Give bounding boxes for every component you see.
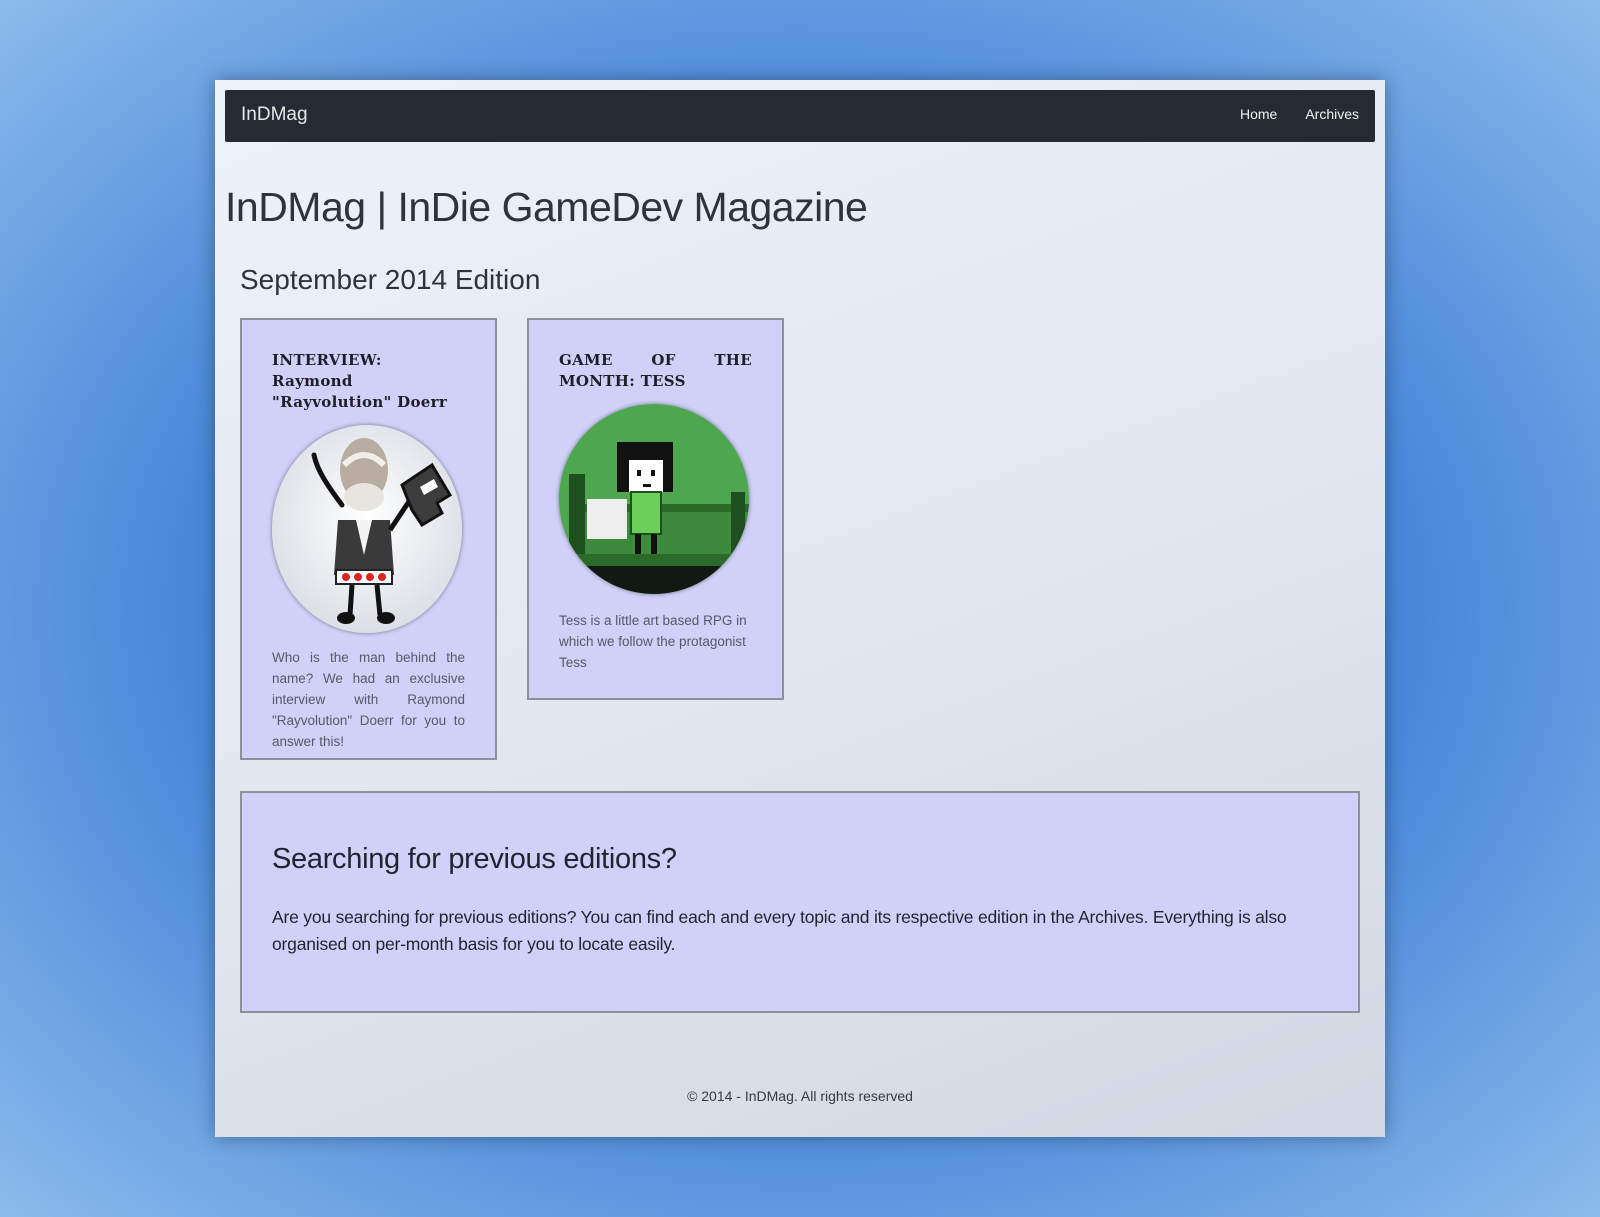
previous-editions-text: Are you searching for previous editions?…	[272, 907, 1287, 954]
nav-links: Home Archives	[1240, 106, 1359, 122]
card-text: Who is the man behind the name? We had a…	[272, 650, 465, 749]
edition-title: September 2014 Edition	[240, 264, 541, 295]
page-container: InDMag Home Archives InDMag | InDie Game…	[215, 80, 1385, 1137]
nav-archives-link[interactable]: Archives	[1305, 106, 1359, 122]
interview-portrait-image[interactable]	[272, 425, 462, 633]
card-text: Tess is a little art based RPG in which …	[559, 613, 747, 670]
brand-link[interactable]: InDMag	[241, 104, 308, 126]
footer: © 2014 - InDMag. All rights reserved	[687, 1088, 913, 1104]
site-title: InDMag | InDie GameDev Magazine	[225, 184, 868, 230]
tess-pixel-art-image[interactable]	[559, 404, 749, 594]
navbar: InDMag Home Archives	[225, 90, 1375, 142]
previous-editions-box: Searching for previous editions? Are you…	[240, 791, 1360, 1013]
card-title[interactable]: INTERVIEW: Raymond "Rayvolution" Doerr	[272, 350, 465, 413]
previous-editions-title: Searching for previous editions?	[272, 843, 677, 875]
article-card-interview[interactable]: INTERVIEW: Raymond "Rayvolution" Doerr W…	[240, 318, 497, 760]
nav-home-link[interactable]: Home	[1240, 106, 1277, 122]
card-title[interactable]: GAME OF THE MONTH: TESS	[559, 350, 752, 392]
article-card-tess[interactable]: GAME OF THE MONTH: TESS Tess is a little…	[527, 318, 784, 700]
